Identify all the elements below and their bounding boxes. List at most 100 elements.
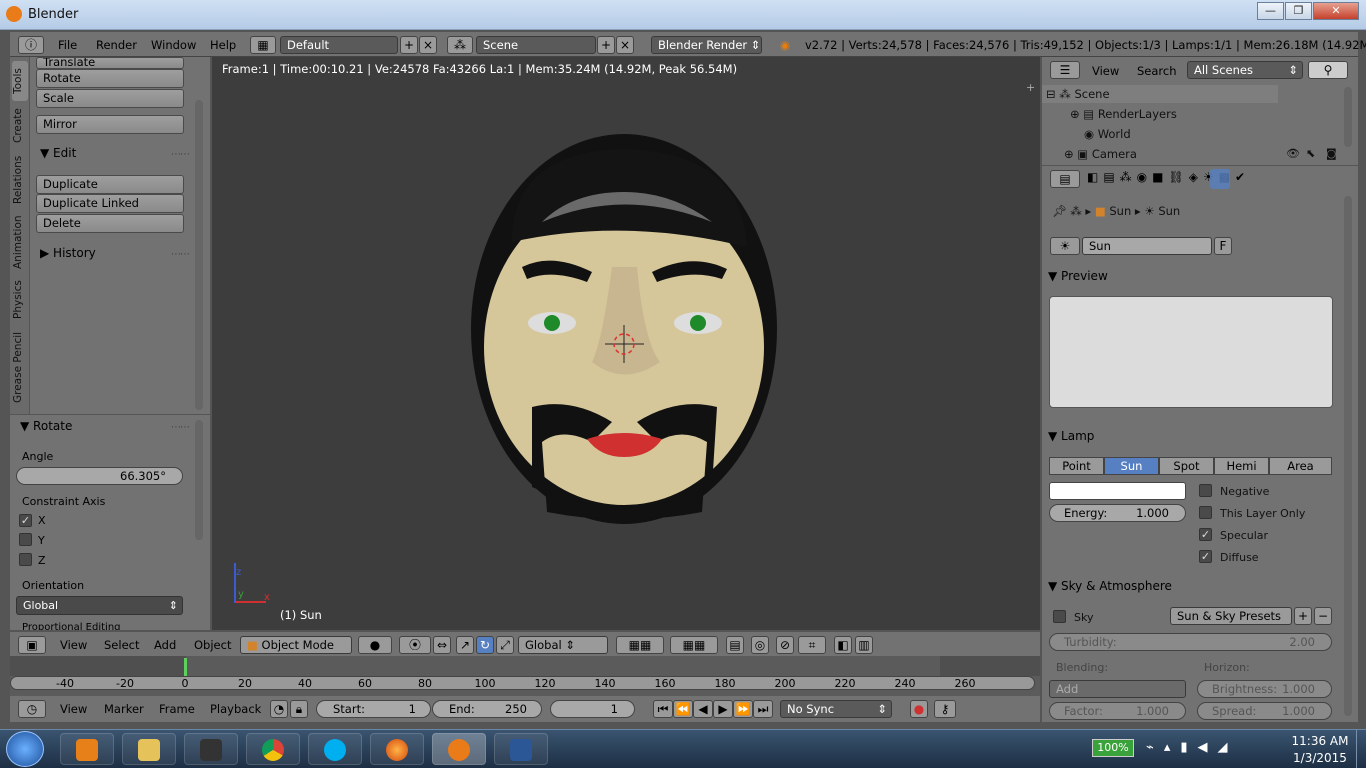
drag-handle-icon[interactable]: ⋯⋯ (171, 149, 190, 160)
energy-field[interactable]: Energy: 1.000 (1049, 504, 1186, 522)
remove-scene-button[interactable]: × (616, 36, 634, 54)
start-frame-field[interactable]: Start: 1 (316, 700, 431, 718)
tab-tools[interactable]: Tools (12, 61, 28, 101)
lock-layers-icon[interactable]: ▤ (726, 636, 744, 654)
translate-button[interactable]: Translate (36, 57, 184, 69)
mode-dropdown[interactable]: ■ Object Mode (240, 636, 352, 654)
menu-marker[interactable]: Marker (104, 702, 144, 716)
remove-layout-button[interactable]: × (419, 36, 437, 54)
remove-preset-button[interactable]: − (1314, 607, 1332, 625)
lamp-type-area[interactable]: Area (1269, 457, 1332, 475)
outliner-menu-view[interactable]: View (1092, 64, 1119, 78)
tab-grease-pencil[interactable]: Grease Pencil (12, 327, 28, 407)
3d-viewport[interactable]: Frame:1 | Time:00:10.21 | Ve:24578 Fa:43… (212, 57, 1040, 630)
current-frame-field[interactable]: 1 (550, 700, 635, 718)
lamp-type-spot[interactable]: Spot (1159, 457, 1214, 475)
duplicate-button[interactable]: Duplicate (36, 175, 184, 194)
lamp-color-swatch[interactable] (1049, 482, 1186, 500)
layers-grid-2[interactable]: ▦▦ (670, 636, 718, 654)
scene-icon[interactable]: ⁂ (447, 36, 473, 54)
tab-relations[interactable]: Relations (12, 151, 28, 209)
outliner-item-scene[interactable]: ⊟ ⁂ Scene (1046, 87, 1110, 101)
drag-handle-icon[interactable]: ⋯⋯ (171, 249, 190, 260)
render-icon[interactable]: ◧ (834, 636, 852, 654)
delete-button[interactable]: Delete (36, 214, 184, 233)
current-frame-marker[interactable] (184, 658, 187, 676)
play-reverse-icon[interactable]: ◀ (693, 700, 713, 718)
view3d-editor-icon[interactable]: ▣ (18, 636, 46, 654)
add-scene-button[interactable]: + (597, 36, 615, 54)
menu-object[interactable]: Object (194, 638, 231, 652)
jump-end-icon[interactable]: ⏭ (753, 700, 773, 718)
outliner-search-icon[interactable]: ⚲ (1308, 61, 1348, 79)
lamp-header[interactable]: ▼ Lamp (1048, 429, 1334, 443)
lamp-tab-active[interactable] (1210, 169, 1230, 189)
battery-indicator[interactable]: 100% (1092, 739, 1134, 757)
drag-handle-icon[interactable]: ⋯⋯ (171, 422, 190, 433)
clock-time[interactable]: 11:36 AM (1290, 734, 1350, 748)
use-preview-range-icon[interactable]: ◔ (270, 700, 288, 718)
sync-dropdown[interactable]: No Sync ⇕ (780, 700, 892, 718)
layout-field[interactable]: Default (280, 36, 398, 54)
start-button[interactable] (6, 731, 44, 767)
tab-create[interactable]: Create (12, 103, 28, 149)
scale-button[interactable]: Scale (36, 89, 184, 108)
axis-x-checkbox[interactable]: ✓ (19, 514, 32, 527)
head-model[interactable] (212, 57, 1040, 630)
clock-date[interactable]: 1/3/2015 (1290, 751, 1350, 765)
play-icon[interactable]: ▶ (713, 700, 733, 718)
menu-file[interactable]: File (58, 38, 77, 52)
tray-icons[interactable]: ⌁▴▮◀◢ (1146, 740, 1238, 755)
select-cursor-icon[interactable]: ⬉ (1306, 147, 1315, 160)
axis-z-checkbox[interactable] (19, 553, 32, 566)
render-camera-icon[interactable]: ◙ (1326, 147, 1337, 160)
manipulator-toggle-icon[interactable]: ⇔ (433, 636, 451, 654)
pivot-dropdown[interactable]: ⦿ (399, 636, 431, 654)
snap-element-icon[interactable]: ⌗ (798, 636, 826, 654)
show-desktop-button[interactable] (1356, 730, 1366, 768)
menu-playback[interactable]: Playback (210, 702, 261, 716)
add-layout-button[interactable]: + (400, 36, 418, 54)
lamp-name-field[interactable]: Sun (1082, 237, 1212, 255)
layer-only-checkbox[interactable] (1199, 506, 1212, 519)
menu-tl-view[interactable]: View (60, 702, 87, 716)
keying-icon[interactable]: ⚷ (934, 700, 956, 718)
layers-grid-1[interactable]: ▦▦ (616, 636, 664, 654)
blend-mode-dropdown[interactable]: Add (1049, 680, 1186, 698)
taskbar-blender[interactable] (432, 733, 486, 765)
taskbar-media-player[interactable] (60, 733, 114, 765)
specular-checkbox[interactable]: ✓ (1199, 528, 1212, 541)
operator-scrollbar[interactable] (195, 420, 203, 540)
angle-field[interactable]: 66.305° (16, 467, 183, 485)
diffuse-checkbox[interactable]: ✓ (1199, 550, 1212, 563)
outliner-menu-search[interactable]: Search (1137, 64, 1177, 78)
frame-ruler[interactable] (10, 676, 1035, 690)
menu-add[interactable]: Add (154, 638, 176, 652)
outliner-item-renderlayers[interactable]: ⊕ ▤ RenderLayers (1070, 107, 1177, 121)
turbidity-field[interactable]: Turbidity: 2.00 (1049, 633, 1332, 651)
taskbar-skype[interactable] (308, 733, 362, 765)
taskbar-devices[interactable] (184, 733, 238, 765)
lamp-datablock-icon[interactable]: ☀ (1050, 237, 1080, 255)
taskbar-chrome[interactable] (246, 733, 300, 765)
tab-animation[interactable]: Animation (12, 211, 28, 273)
menu-help[interactable]: Help (210, 38, 236, 52)
mirror-button[interactable]: Mirror (36, 115, 184, 134)
rotate-button[interactable]: Rotate (36, 69, 184, 88)
taskbar-word[interactable] (494, 733, 548, 765)
outliner-filter-dropdown[interactable]: All Scenes ⇕ (1187, 61, 1303, 79)
shading-dropdown[interactable]: ● (358, 636, 392, 654)
menu-view[interactable]: View (60, 638, 87, 652)
sky-checkbox[interactable] (1053, 610, 1066, 623)
axis-y-checkbox[interactable] (19, 533, 32, 546)
taskbar-firefox[interactable] (370, 733, 424, 765)
history-panel-header[interactable]: ▶ History (40, 246, 96, 260)
close-button[interactable]: ✕ (1313, 2, 1359, 20)
scene-field[interactable]: Scene (476, 36, 596, 54)
factor-field[interactable]: Factor: 1.000 (1049, 702, 1186, 720)
proportional-icon[interactable]: ◎ (751, 636, 769, 654)
properties-editor-icon[interactable]: ▤ (1050, 170, 1080, 188)
scale-manipulator-icon[interactable]: ⤢ (496, 636, 514, 654)
outliner-item-camera[interactable]: ⊕ ▣ Camera (1064, 147, 1137, 161)
rotate-manipulator-icon[interactable]: ↻ (476, 636, 494, 654)
